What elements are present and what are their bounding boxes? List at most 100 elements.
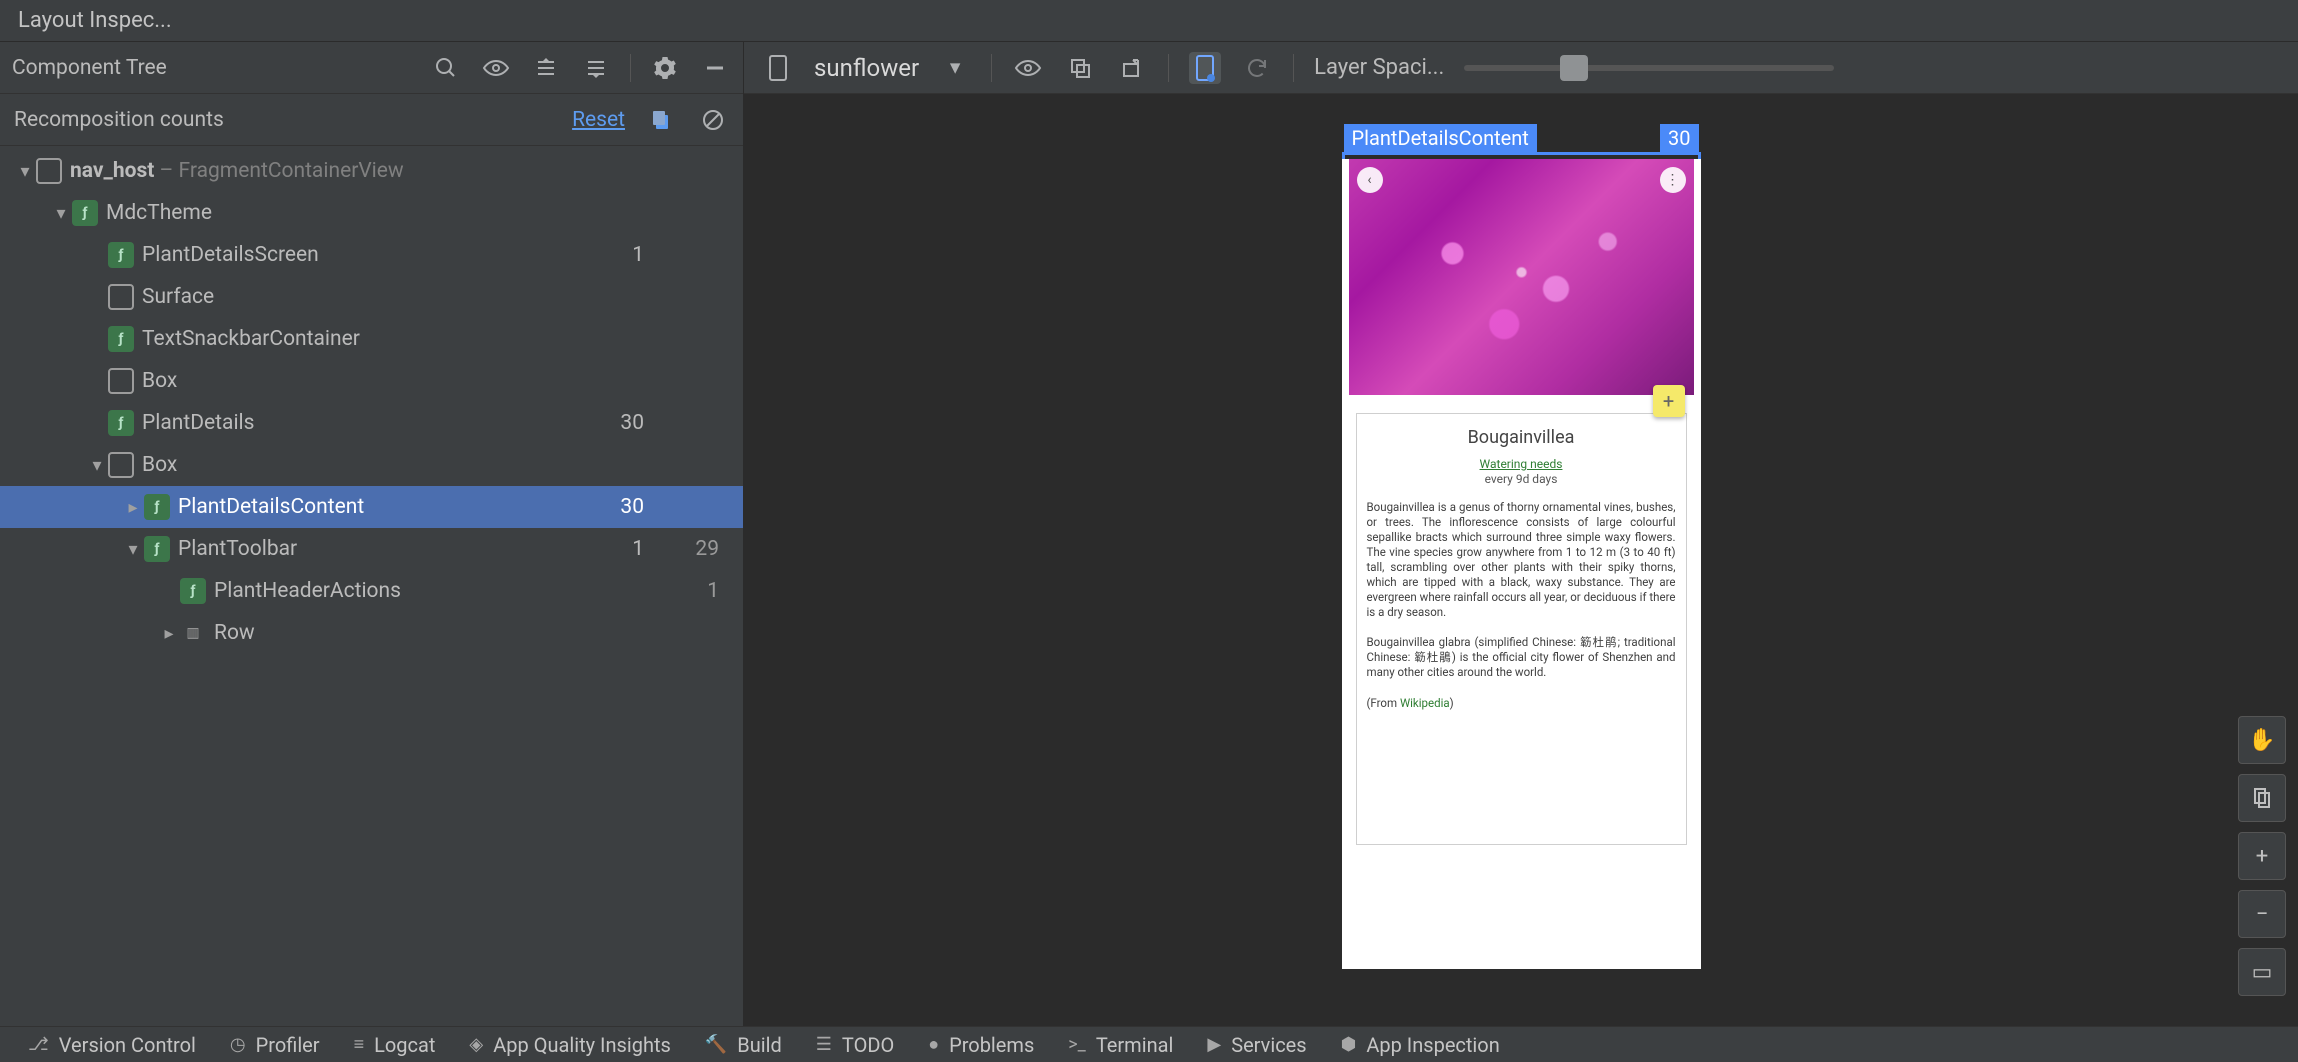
view-icon bbox=[108, 452, 134, 478]
play-icon: ▶ bbox=[1207, 1034, 1221, 1055]
bottom-tab-terminal[interactable]: >_Terminal bbox=[1068, 1033, 1173, 1057]
preview-float-tools: ✋ + − ▭ bbox=[2238, 716, 2286, 996]
copy-icon[interactable] bbox=[645, 104, 677, 136]
chevron-down-icon[interactable]: ▾ bbox=[939, 52, 971, 84]
eye-icon[interactable] bbox=[480, 52, 512, 84]
refresh-icon[interactable] bbox=[1241, 52, 1273, 84]
bottom-tab-app-quality-insights[interactable]: ◈App Quality Insights bbox=[469, 1033, 670, 1057]
slider-label: Layer Spaci... bbox=[1314, 55, 1444, 80]
tree-row-TextSnackbarContainer[interactable]: ƒ TextSnackbarContainer bbox=[0, 318, 743, 360]
preview-area[interactable]: PlantDetailsContent 30 ‹ ⋮ + Bougainvill… bbox=[744, 94, 2298, 1026]
plant-desc-2: Bougainvillea glabra (simplified Chinese… bbox=[1367, 635, 1676, 680]
device-icon[interactable] bbox=[762, 52, 794, 84]
chevron-icon[interactable]: ▾ bbox=[86, 455, 108, 476]
tree-node-label: PlantToolbar bbox=[178, 537, 599, 561]
gauge-icon: ◷ bbox=[230, 1034, 246, 1055]
tree-row-nav_host[interactable]: ▾ nav_host – FragmentContainerView bbox=[0, 150, 743, 192]
selection-count: 30 bbox=[1660, 124, 1698, 152]
bottom-tab-label: App Quality Insights bbox=[493, 1033, 671, 1057]
layers-tool-icon[interactable] bbox=[2238, 774, 2286, 822]
tree-row-Row[interactable]: ▸▥Row bbox=[0, 612, 743, 654]
wikipedia-link[interactable]: Wikipedia bbox=[1400, 696, 1450, 710]
tree-row-PlantDetails[interactable]: ƒPlantDetails30 bbox=[0, 402, 743, 444]
bottom-tab-app-inspection[interactable]: ⬢App Inspection bbox=[1341, 1033, 1500, 1057]
live-updates-icon[interactable] bbox=[1189, 52, 1221, 84]
tree-row-Surface[interactable]: Surface bbox=[0, 276, 743, 318]
view-icon bbox=[36, 158, 62, 184]
bottom-tab-label: Build bbox=[737, 1033, 782, 1057]
panel-title: Component Tree bbox=[12, 56, 167, 80]
chevron-icon[interactable]: ▾ bbox=[50, 203, 72, 224]
bottom-tab-profiler[interactable]: ◷Profiler bbox=[230, 1033, 320, 1057]
pan-tool-icon[interactable]: ✋ bbox=[2238, 716, 2286, 764]
chevron-icon[interactable]: ▸ bbox=[158, 623, 180, 644]
compose-icon: ƒ bbox=[144, 536, 170, 562]
bottom-tab-build[interactable]: 🔨 Build bbox=[705, 1033, 782, 1057]
tree-row-PlantDetailsContent[interactable]: ▸ƒ PlantDetailsContent30 bbox=[0, 486, 743, 528]
plant-detail-card: Bougainvillea Watering needs every 9d da… bbox=[1356, 413, 1687, 845]
tree-row-Box[interactable]: Box bbox=[0, 360, 743, 402]
selection-label: PlantDetailsContent bbox=[1344, 124, 1537, 152]
plant-desc-1: Bougainvillea is a genus of thorny ornam… bbox=[1367, 500, 1676, 620]
list-icon: ☰ bbox=[816, 1034, 832, 1055]
tree-node-label: PlantDetailsScreen bbox=[142, 243, 599, 267]
bottom-tab-label: Problems bbox=[949, 1033, 1034, 1057]
plant-title: Bougainvillea bbox=[1367, 426, 1676, 449]
bottom-tab-label: Version Control bbox=[59, 1033, 196, 1057]
preview-eye-icon[interactable] bbox=[1012, 52, 1044, 84]
search-icon[interactable] bbox=[430, 52, 462, 84]
gear-icon[interactable] bbox=[649, 52, 681, 84]
minimize-icon[interactable] bbox=[699, 52, 731, 84]
chevron-icon[interactable]: ▾ bbox=[14, 161, 36, 182]
process-name[interactable]: sunflower bbox=[814, 54, 919, 82]
tree-node-label: Box bbox=[142, 453, 599, 477]
share-button[interactable]: ⋮ bbox=[1660, 167, 1686, 193]
branch-icon: ⎇ bbox=[28, 1034, 49, 1055]
skip-count bbox=[674, 495, 719, 519]
compose-icon: ƒ bbox=[108, 326, 134, 352]
bottom-tab-problems[interactable]: ●Problems bbox=[928, 1033, 1034, 1057]
bottom-tab-services[interactable]: ▶Services bbox=[1207, 1033, 1306, 1057]
slider-thumb[interactable] bbox=[1560, 55, 1588, 81]
tree-node-label: nav_host – FragmentContainerView bbox=[70, 159, 599, 183]
zoom-in-icon[interactable]: + bbox=[2238, 832, 2286, 880]
component-tree-header: Component Tree bbox=[0, 42, 743, 94]
recomp-count: 30 bbox=[599, 495, 644, 519]
zoom-fit-icon[interactable]: ▭ bbox=[2238, 948, 2286, 996]
compose-icon: ƒ bbox=[144, 494, 170, 520]
bottom-tab-version-control[interactable]: ⎇ Version Control bbox=[28, 1033, 196, 1057]
tree-row-PlantToolbar[interactable]: ▾ƒPlantToolbar129 bbox=[0, 528, 743, 570]
logcat-icon: ≡ bbox=[354, 1034, 365, 1055]
overlay-icon[interactable] bbox=[1064, 52, 1096, 84]
bottom-tab-logcat[interactable]: ≡Logcat bbox=[354, 1033, 436, 1057]
bottom-tab-todo[interactable]: ☰TODO bbox=[816, 1033, 894, 1057]
compose-icon: ƒ bbox=[72, 200, 98, 226]
tree-row-PlantHeaderActions[interactable]: ƒPlantHeaderActions1 bbox=[0, 570, 743, 612]
chevron-icon[interactable]: ▸ bbox=[122, 497, 144, 518]
recomp-count: 1 bbox=[599, 243, 644, 267]
tree-row-PlantDetailsScreen[interactable]: ƒPlantDetailsScreen1 bbox=[0, 234, 743, 276]
recomp-count: 30 bbox=[599, 411, 644, 435]
hammer-icon: 🔨 bbox=[705, 1034, 727, 1055]
recomp-count bbox=[599, 579, 644, 603]
zoom-out-icon[interactable]: − bbox=[2238, 890, 2286, 938]
layer-spacing-slider[interactable] bbox=[1464, 65, 1834, 71]
back-button[interactable]: ‹ bbox=[1357, 167, 1383, 193]
disable-icon[interactable] bbox=[697, 104, 729, 136]
filter-collapse-icon[interactable] bbox=[580, 52, 612, 84]
filter-expand-icon[interactable] bbox=[530, 52, 562, 84]
recomposition-label: Recomposition counts bbox=[14, 108, 224, 132]
tree-row-Box[interactable]: ▾ Box bbox=[0, 444, 743, 486]
tree-node-label: PlantDetailsContent bbox=[178, 495, 599, 519]
preview-panel: sunflower ▾ Layer Spaci... PlantDetailsC… bbox=[744, 42, 2298, 1026]
reset-link[interactable]: Reset bbox=[572, 108, 625, 132]
tree-node-label: Row bbox=[214, 621, 599, 645]
preview-toolbar: sunflower ▾ Layer Spaci... bbox=[744, 42, 2298, 94]
component-tree[interactable]: ▾ nav_host – FragmentContainerView ▾ƒMdcTh… bbox=[0, 146, 743, 1026]
export-icon[interactable] bbox=[1116, 52, 1148, 84]
tree-node-label: PlantDetails bbox=[142, 411, 599, 435]
tree-row-MdcTheme[interactable]: ▾ƒMdcTheme bbox=[0, 192, 743, 234]
tree-node-label: TextSnackbarContainer bbox=[142, 327, 599, 351]
chevron-icon[interactable]: ▾ bbox=[122, 539, 144, 560]
add-fab[interactable]: + bbox=[1653, 385, 1685, 417]
